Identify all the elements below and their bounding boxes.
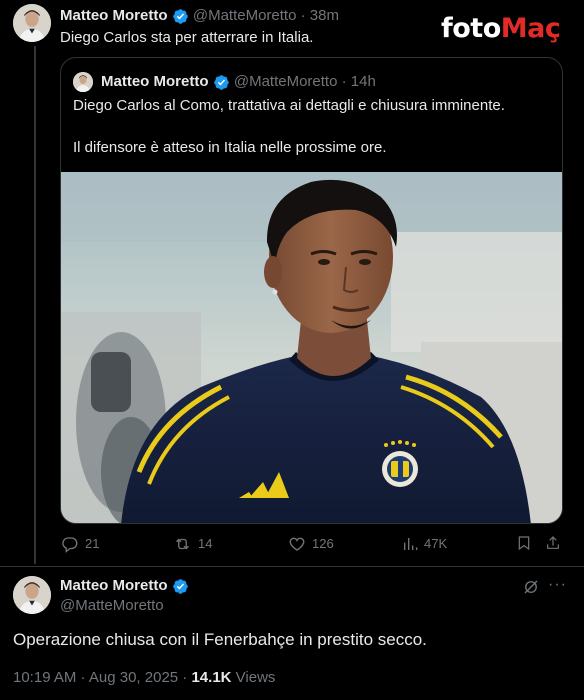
main-tweet-views-label: Views [231,669,276,686]
tweet-text: Diego Carlos sta per atterrare in Italia… [60,29,314,46]
views-button[interactable]: 47K [402,534,447,554]
quote-avatar [73,72,93,92]
quote-text-line2: Il difensore è atteso in Italia nelle pr… [73,139,387,156]
main-avatar-image [13,576,51,614]
reply-icon [62,537,78,553]
author-name[interactable]: Matteo Moretto [60,7,168,24]
quote-avatar-image [73,72,93,92]
quoted-tweet-card[interactable]: Matteo Moretto @MatteMoretto · 14h Diego… [60,57,563,524]
like-count: 126 [312,536,334,551]
main-author-row: Matteo Moretto [60,576,189,596]
quote-author-name: Matteo Moretto [101,73,209,90]
main-tweet-text: Operazione chiusa con il Fenerbahçe in p… [13,630,427,649]
views-icon [404,538,418,550]
repost-count: 14 [198,536,213,551]
author-handle[interactable]: @MatteMoretto [193,7,297,24]
repost-icon [176,538,189,550]
verified-badge-icon [172,8,189,25]
bookmark-icon [518,536,530,551]
tweet-action-bar: 21 14 126 47K [0,534,584,556]
main-verified-badge-icon [172,578,189,595]
more-options-button[interactable]: ··· [548,576,567,594]
main-author-name[interactable]: Matteo Moretto [60,577,168,594]
player-photo [61,172,562,523]
share-icon [547,536,559,549]
grok-icon [524,580,538,594]
fotomac-watermark: fotoMaç [441,13,561,44]
main-tweet-meta: 10:19 AM · Aug 30, 2025 · 14.1K Views [13,668,275,688]
bookmark-button[interactable] [516,534,532,552]
quote-time: 14h [350,73,376,90]
quote-author-handle: @MatteMoretto [233,73,338,90]
avatar-image [13,4,51,42]
main-avatar[interactable] [13,576,51,614]
main-author-handle[interactable]: @MatteMoretto [60,596,164,616]
reply-button[interactable]: 21 [61,534,99,554]
quote-header: Matteo Moretto @MatteMoretto · 14h [101,72,376,92]
quote-text-line1: Diego Carlos al Como, trattativa ai dett… [73,97,505,114]
heart-icon [289,537,305,551]
views-count: 47K [424,536,448,551]
share-button[interactable] [545,534,561,552]
thread-line [34,46,36,564]
tweet-header: Matteo Moretto @MatteMoretto · 38m [60,6,339,26]
main-tweet-views-count: 14.1K [191,669,232,686]
divider [0,566,584,567]
avatar[interactable] [13,4,51,42]
reply-count: 21 [85,536,100,551]
quote-photo[interactable] [61,172,562,523]
tweet-time[interactable]: 38m [310,7,339,24]
repost-button[interactable]: 14 [173,534,212,554]
like-button[interactable]: 126 [288,534,334,554]
quote-verified-badge-icon [213,74,230,91]
main-tweet-timestamp[interactable]: 10:19 AM · Aug 30, 2025 · [13,669,191,686]
quote-separator-dot: · [341,73,347,90]
grok-button[interactable] [522,578,540,601]
separator-dot: · [300,7,306,24]
